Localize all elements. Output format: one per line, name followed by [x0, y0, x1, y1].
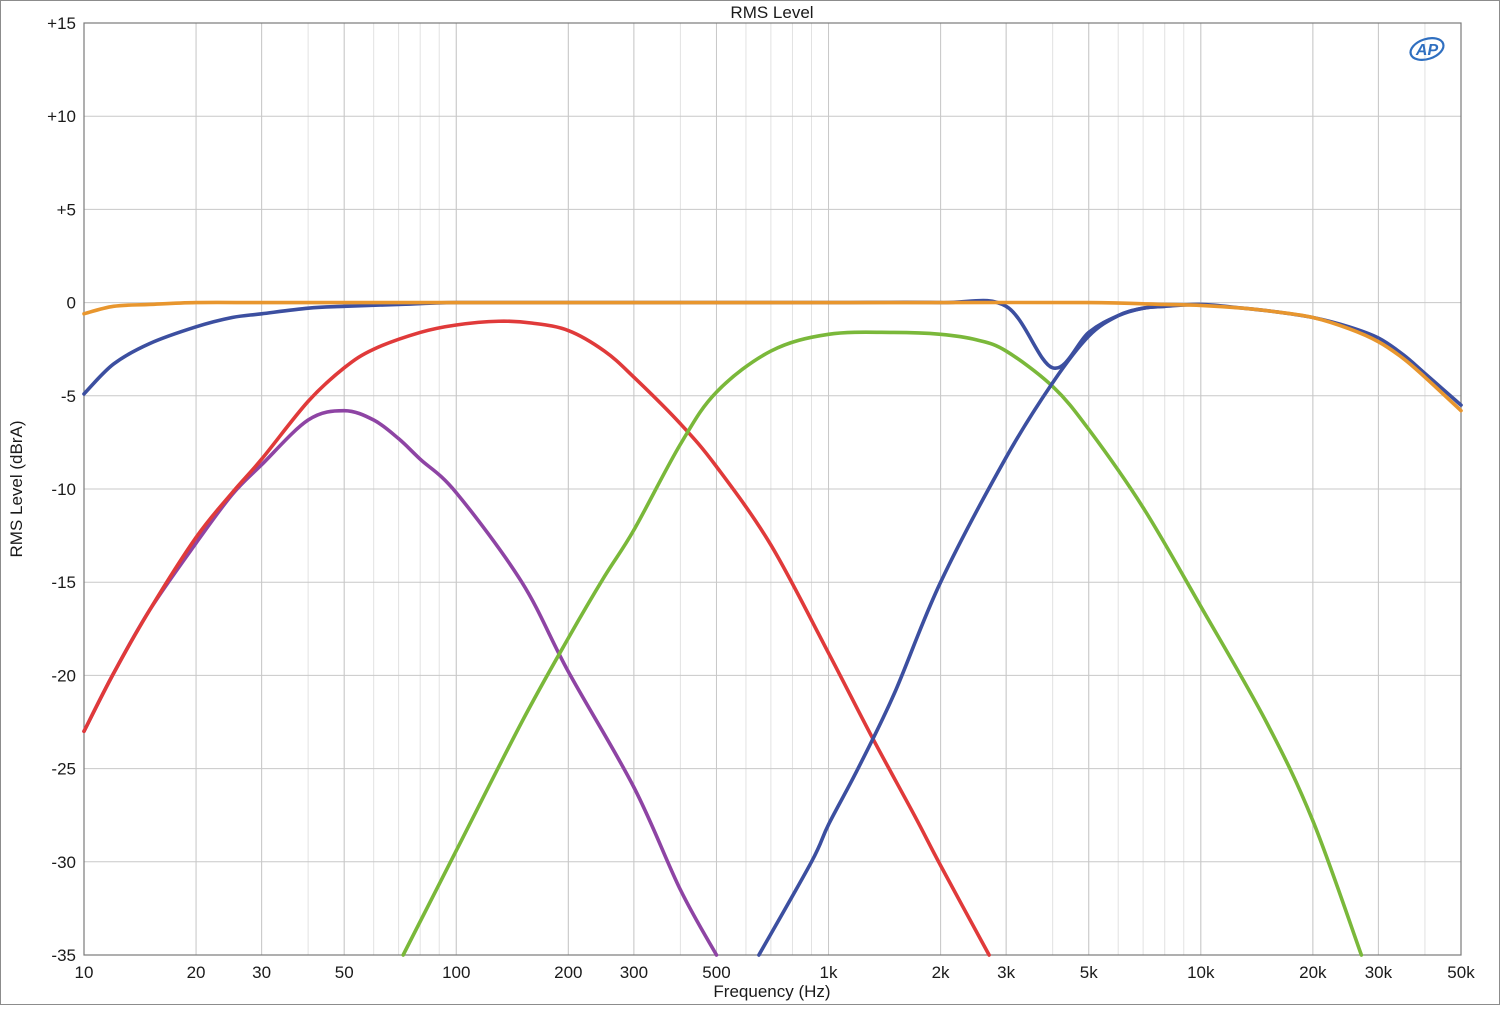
y-tick-label: -25	[51, 760, 76, 779]
ap-logo-text: AP	[1415, 42, 1439, 59]
y-tick-label: +15	[47, 14, 76, 33]
x-tick-label: 10	[75, 963, 94, 982]
series-layer	[82, 298, 1463, 957]
series-line-0	[82, 300, 1463, 413]
x-tick-label: 50	[335, 963, 354, 982]
series-line-3	[82, 408, 719, 957]
y-tick-label: -35	[51, 946, 76, 965]
x-axis-label: Frequency (Hz)	[713, 982, 830, 1001]
x-tick-label: 10k	[1187, 963, 1215, 982]
x-tick-label: 300	[620, 963, 648, 982]
x-tick-label: 3k	[997, 963, 1015, 982]
x-tick-label: 50k	[1447, 963, 1475, 982]
x-tick-label: 1k	[820, 963, 838, 982]
series-line-5	[757, 304, 1167, 957]
y-tick-label: -10	[51, 480, 76, 499]
y-axis-label: RMS Level (dBrA)	[7, 421, 26, 558]
y-tick-label: +5	[57, 200, 76, 219]
grid	[83, 22, 1462, 956]
y-tick-label: +10	[47, 107, 76, 126]
series-line-2	[82, 319, 991, 957]
y-tick-label: -15	[51, 573, 76, 592]
x-tick-label: 2k	[932, 963, 950, 982]
x-tick-label: 20k	[1299, 963, 1327, 982]
rms-level-chart: 10 20 30 50 100 200 300 500 1k 2k 3k 5k 10k 20k 30k 50k…	[7, 3, 1475, 1001]
x-tick-label: 500	[702, 963, 730, 982]
x-tick-label: 200	[554, 963, 582, 982]
y-tick-label: -30	[51, 853, 76, 872]
x-tick-label: 30	[252, 963, 271, 982]
x-tick-label: 30k	[1365, 963, 1393, 982]
y-tick-label: -5	[61, 387, 76, 406]
ap-logo: AP	[1409, 37, 1445, 61]
y-tick-label: -20	[51, 666, 76, 685]
chart-title: RMS Level	[730, 3, 813, 22]
y-tick-label: 0	[67, 294, 76, 313]
x-tick-label: 5k	[1080, 963, 1098, 982]
x-tick-label: 100	[442, 963, 470, 982]
chart-frame: 10 20 30 50 100 200 300 500 1k 2k 3k 5k 10k 20k 30k 50k…	[0, 0, 1500, 1005]
x-tick-label: 20	[187, 963, 206, 982]
series-line-1	[82, 298, 1463, 407]
